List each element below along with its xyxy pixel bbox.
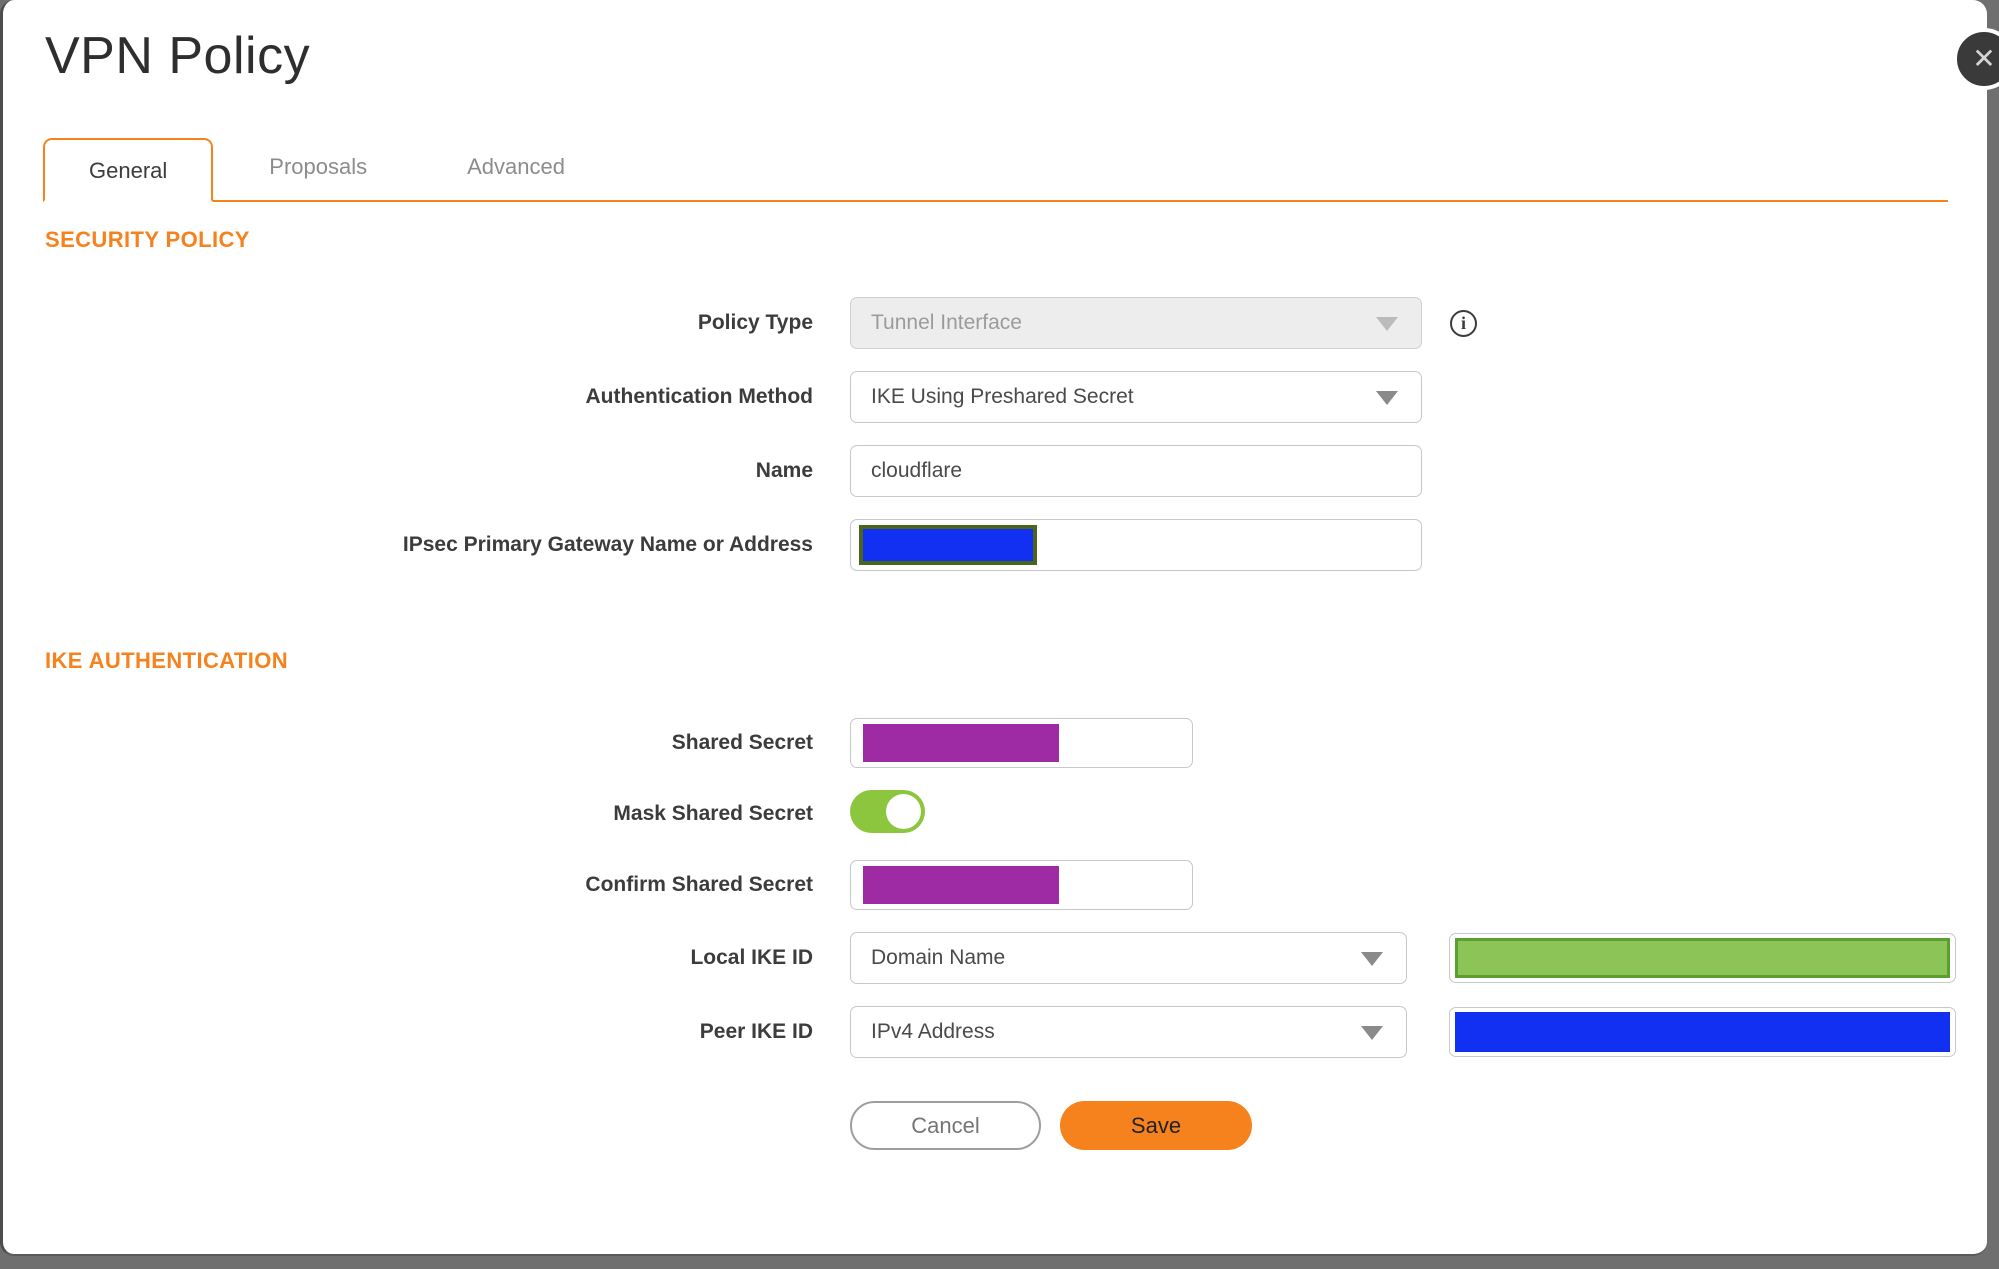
dialog-actions: Cancel Save xyxy=(850,1101,1987,1150)
mask-shared-secret-toggle[interactable] xyxy=(850,790,925,833)
confirm-shared-secret-control xyxy=(850,860,1193,910)
shared-secret-label: Shared Secret xyxy=(671,731,813,754)
toggle-knob xyxy=(886,794,921,829)
confirm-shared-secret-label: Confirm Shared Secret xyxy=(585,873,813,896)
policy-type-select: Tunnel Interface xyxy=(850,297,1422,349)
vpn-policy-dialog: VPN Policy General Proposals Advanced SE… xyxy=(0,0,1987,1256)
name-input[interactable] xyxy=(850,445,1422,497)
chevron-down-icon xyxy=(1376,317,1398,331)
ike-authentication-heading: IKE AUTHENTICATION xyxy=(45,648,289,673)
name-control xyxy=(850,445,1422,497)
save-button[interactable]: Save xyxy=(1060,1101,1252,1150)
confirm-shared-secret-input[interactable] xyxy=(850,860,1193,910)
redacted-gateway-value xyxy=(859,525,1037,565)
info-icon[interactable]: i xyxy=(1450,309,1477,337)
confirm-shared-secret-row: Confirm Shared Secret xyxy=(3,860,1987,910)
auth-method-control: IKE Using Preshared Secret xyxy=(850,371,1422,423)
peer-ike-id-label: Peer IKE ID xyxy=(699,1020,813,1043)
local-ike-id-value-input[interactable] xyxy=(1449,933,1956,983)
auth-method-select[interactable]: IKE Using Preshared Secret xyxy=(850,371,1422,423)
redacted-confirm-shared-secret-value xyxy=(863,866,1059,904)
general-tab-content: SECURITY POLICY Policy Type Tunnel Inter… xyxy=(3,227,1987,1150)
tab-proposals[interactable]: Proposals xyxy=(225,136,411,200)
gateway-input[interactable] xyxy=(850,519,1422,571)
redacted-shared-secret-value xyxy=(863,724,1059,762)
chevron-down-icon xyxy=(1361,1026,1383,1040)
local-ike-id-select[interactable]: Domain Name xyxy=(850,932,1407,984)
security-policy-heading: SECURITY POLICY xyxy=(45,227,250,252)
shared-secret-row: Shared Secret xyxy=(3,718,1987,768)
mask-shared-secret-control xyxy=(850,790,925,838)
policy-type-label: Policy Type xyxy=(697,311,813,334)
auth-method-row: Authentication Method IKE Using Preshare… xyxy=(3,371,1987,423)
name-label: Name xyxy=(755,459,813,482)
tab-general[interactable]: General xyxy=(43,138,214,202)
gateway-label: IPsec Primary Gateway Name or Address xyxy=(402,533,813,556)
tab-advanced[interactable]: Advanced xyxy=(423,136,609,200)
policy-type-row: Policy Type Tunnel Interface i xyxy=(3,297,1987,349)
gateway-control xyxy=(850,519,1422,571)
tab-bar: General Proposals Advanced xyxy=(43,136,1948,202)
peer-ike-id-select[interactable]: IPv4 Address xyxy=(850,1006,1407,1058)
redacted-local-ike-id-value xyxy=(1455,938,1950,978)
local-ike-id-control: Domain Name xyxy=(850,932,1407,984)
auth-method-label: Authentication Method xyxy=(585,385,813,408)
chevron-down-icon xyxy=(1361,952,1383,966)
dialog-title: VPN Policy xyxy=(45,27,311,85)
cancel-button[interactable]: Cancel xyxy=(850,1101,1041,1150)
shared-secret-control xyxy=(850,718,1193,768)
close-icon: ✕ xyxy=(1972,43,1996,74)
name-row: Name xyxy=(3,445,1987,497)
mask-shared-secret-row: Mask Shared Secret xyxy=(3,790,1987,838)
peer-ike-id-value-input[interactable] xyxy=(1449,1007,1956,1057)
chevron-down-icon xyxy=(1376,391,1398,405)
peer-ike-id-row: Peer IKE ID IPv4 Address xyxy=(3,1006,1987,1058)
shared-secret-input[interactable] xyxy=(850,718,1193,768)
policy-type-control: Tunnel Interface xyxy=(850,297,1422,349)
gateway-row: IPsec Primary Gateway Name or Address xyxy=(3,519,1987,571)
peer-ike-id-control: IPv4 Address xyxy=(850,1006,1407,1058)
local-ike-id-row: Local IKE ID Domain Name xyxy=(3,932,1987,984)
mask-shared-secret-label: Mask Shared Secret xyxy=(613,802,813,825)
redacted-peer-ike-id-value xyxy=(1455,1012,1950,1052)
local-ike-id-label: Local IKE ID xyxy=(690,946,813,969)
page-backdrop: { "dialog": { "title": "VPN Policy" }, "… xyxy=(0,0,1999,1269)
